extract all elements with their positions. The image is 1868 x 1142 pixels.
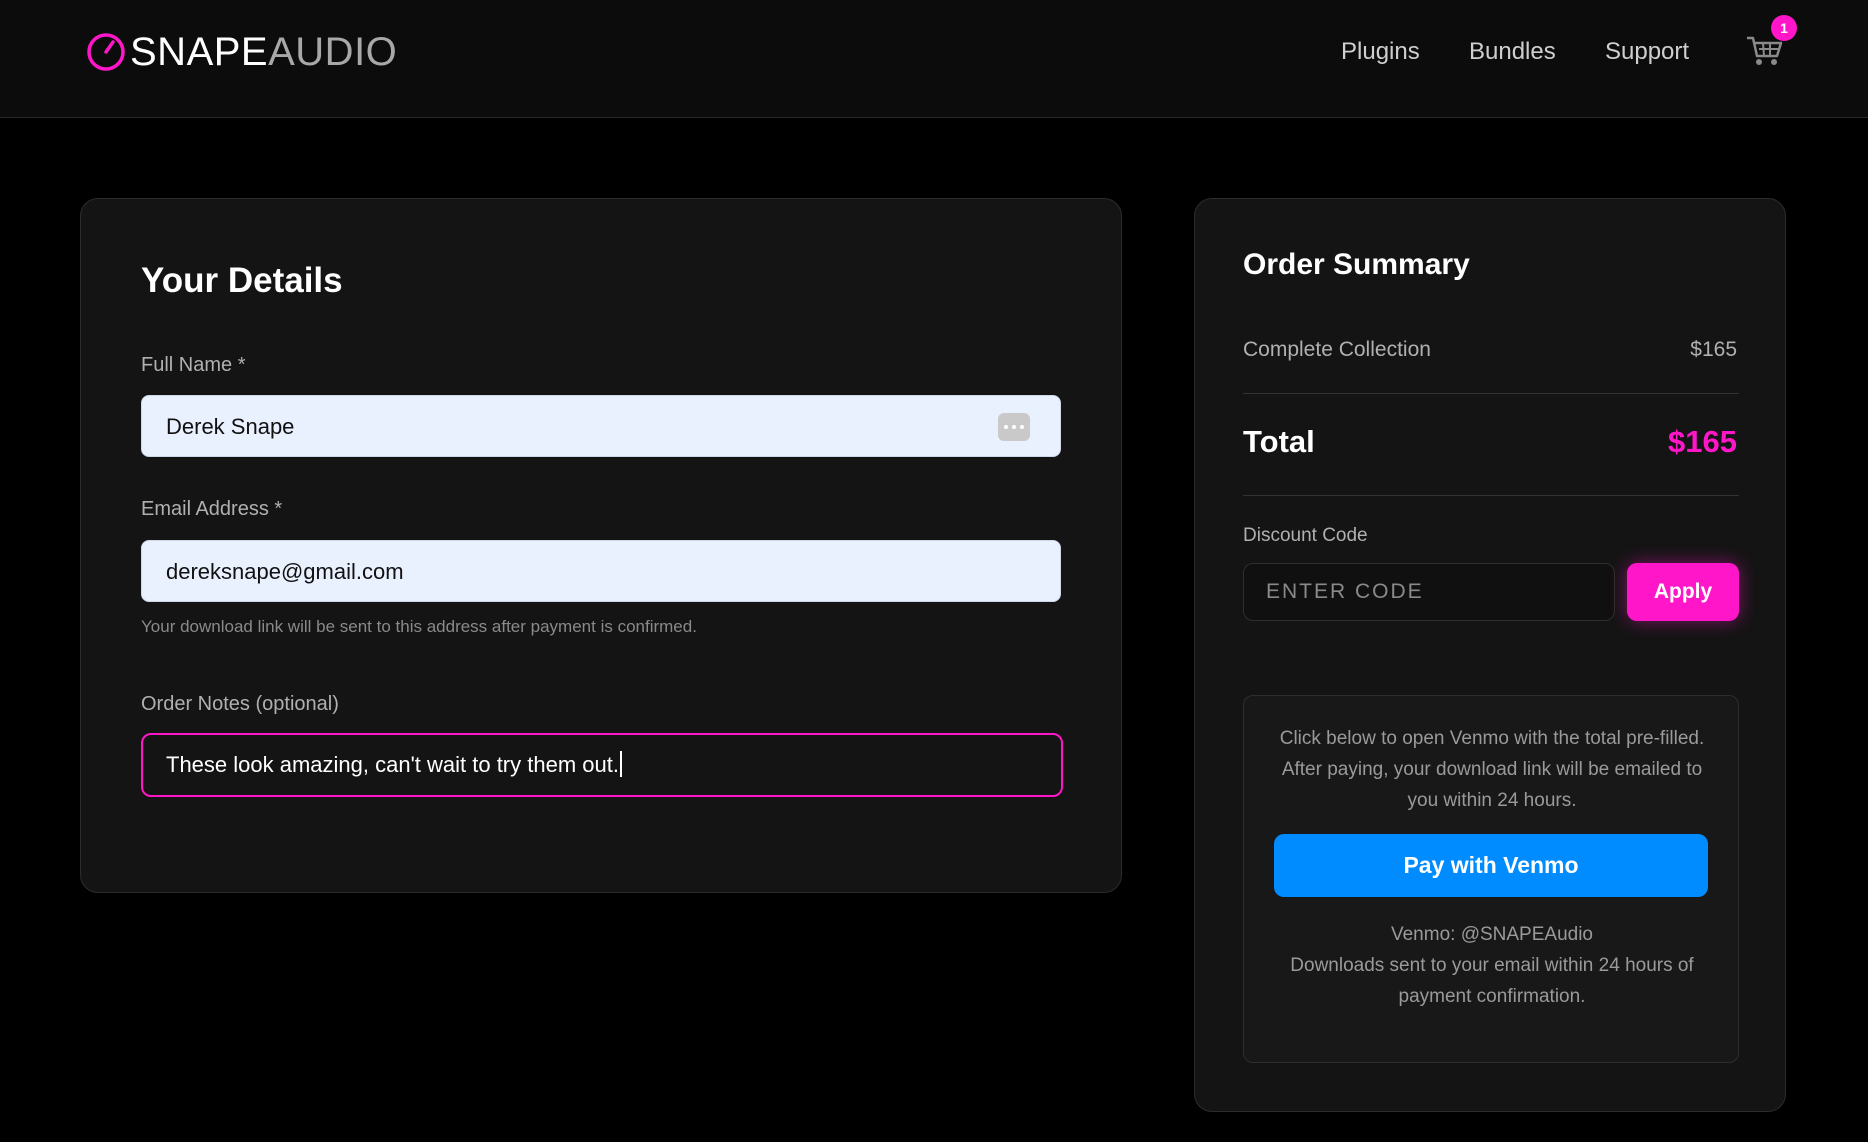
text-caret — [619, 751, 622, 778]
order-summary-card: Order Summary Complete Collection $165 T… — [1194, 198, 1786, 1112]
details-title: Your Details — [141, 261, 343, 300]
pay-with-venmo-button[interactable]: Pay with Venmo — [1274, 834, 1708, 897]
discount-code-label: Discount Code — [1243, 525, 1368, 546]
nav-support[interactable]: Support — [1605, 38, 1689, 66]
email-label: Email Address * — [141, 498, 283, 520]
nav-bundles[interactable]: Bundles — [1469, 38, 1556, 66]
email-value: dereksnape@gmail.com — [166, 559, 404, 584]
email-hint: Your download link will be sent to this … — [141, 617, 697, 636]
full-name-input[interactable]: Derek Snape — [141, 395, 1061, 457]
divider — [1243, 393, 1739, 394]
discount-code-input[interactable]: ENTER CODE — [1243, 563, 1615, 621]
apply-discount-button[interactable]: Apply — [1627, 563, 1739, 621]
email-input[interactable]: dereksnape@gmail.com — [141, 540, 1061, 602]
password-manager-icon[interactable] — [998, 413, 1030, 441]
item-name: Complete Collection — [1243, 338, 1431, 361]
order-notes-input[interactable]: These look amazing, can't wait to try th… — [141, 733, 1063, 797]
total-label: Total — [1243, 424, 1315, 459]
nav-plugins[interactable]: Plugins — [1341, 38, 1420, 66]
order-notes-label: Order Notes (optional) — [141, 693, 339, 715]
venmo-instructions: Click below to open Venmo with the total… — [1279, 728, 1705, 811]
venmo-footer-note: Downloads sent to your email within 24 h… — [1290, 955, 1694, 1007]
venmo-handle: Venmo: @SNAPEAudio — [1390, 924, 1593, 945]
venmo-payment-box: Click below to open Venmo with the total… — [1243, 695, 1739, 1063]
cart-count-badge: 1 — [1771, 15, 1797, 41]
order-notes-value: These look amazing, can't wait to try th… — [166, 752, 619, 777]
item-price: $165 — [1690, 338, 1737, 361]
site-header: SNAPEAUDIO Plugins Bundles Support 1 — [0, 0, 1868, 118]
full-name-label: Full Name * — [141, 354, 246, 376]
main-nav: Plugins Bundles Support — [0, 32, 1868, 72]
divider — [1243, 495, 1739, 496]
full-name-value: Derek Snape — [166, 414, 295, 439]
total-value: $165 — [1668, 424, 1737, 459]
details-card: Your Details Full Name * Derek Snape Ema… — [80, 198, 1122, 893]
discount-code-placeholder: ENTER CODE — [1266, 580, 1424, 603]
order-summary-title: Order Summary — [1243, 248, 1470, 281]
